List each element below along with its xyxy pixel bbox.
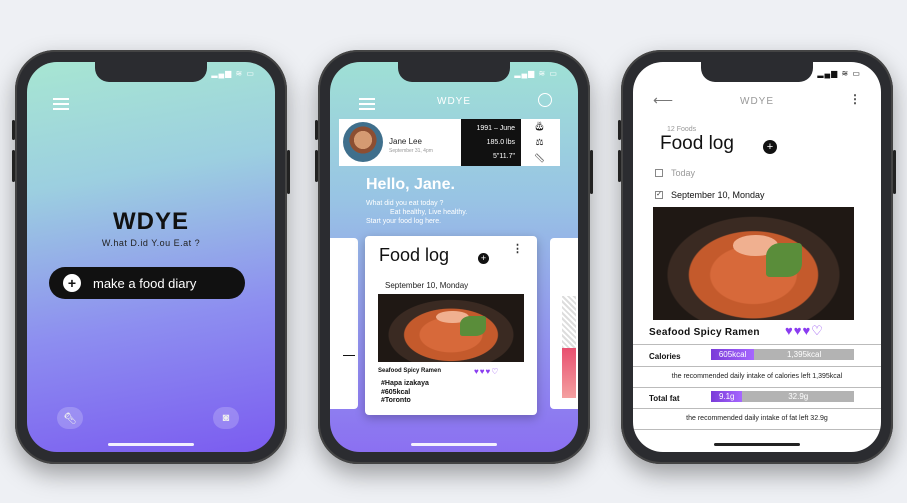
app-tagline: W.hat D.id Y.ou E.at ? [101,238,201,248]
status-icons: ▂▄▆ ≋ ▭ [514,69,558,78]
phone-home: ▂▄▆ ≋ ▭ WDYE Jane Lee September 31, 4pm … [315,50,593,464]
calories-label: Calories [649,352,681,361]
status-icons: ▂▄▆ ≋ ▭ [817,69,861,78]
fat-bar: 9.1g 32.9g [711,391,854,402]
checkbox-icon[interactable] [655,169,663,177]
tag[interactable]: #Toronto [381,397,429,406]
home-indicator [714,443,800,446]
menu-icon[interactable] [53,98,69,110]
notch [701,62,813,82]
today-row[interactable]: Today [655,168,695,178]
food-name: Seafood Spicy Ramen [649,327,760,338]
avatar [343,122,383,162]
scale-icon: ⚖︎ [535,136,544,147]
fat-label: Total fat [649,394,680,403]
notch [95,62,207,82]
divider [633,408,881,409]
fat-note: the recommended daily intake of fat left… [686,415,828,422]
plus-icon: + [63,274,81,292]
tag[interactable]: #605kcal [381,389,429,398]
tag[interactable]: #Hapa izakaya [381,380,429,389]
greeting-line: What did you eat today ? [366,200,444,207]
app-logo-title: WDYE [113,208,189,235]
camera-icon[interactable]: ◙ [213,407,239,429]
calories-bar: 605kcal 1,395kcal [711,349,854,360]
phone-welcome: ▂▄▆ ≋ ▭ WDYE W.hat D.id Y.ou E.at ? + ma… [12,50,290,464]
food-log-date: September 10, Monday [385,281,469,290]
today-label: Today [671,168,696,178]
profile-date: September 31, 4pm [389,148,433,154]
divider [633,429,881,430]
make-food-diary-label: make a food diary [93,275,197,291]
date-row[interactable]: ✓ September 10, Monday [655,190,765,200]
add-icon[interactable]: + [478,253,489,264]
phone-food-log: ▂▄▆ ≋ ▭ ⟵ WDYE ⋮ 12 Foods Food log + Tod… [618,50,896,464]
search-icon[interactable] [538,93,552,107]
food-count: 12 Foods [667,126,697,133]
food-log-screen: ▂▄▆ ≋ ▭ ⟵ WDYE ⋮ 12 Foods Food log + Tod… [633,62,881,452]
cake-icon: 🎂︎ [533,121,546,132]
divider [633,344,881,345]
food-log-card[interactable]: Food log + ⋮ September 10, Monday Seafoo… [365,236,537,415]
add-icon[interactable]: + [763,140,777,154]
profile-height: 5"11.7" [493,153,515,161]
food-log-title: Food log [660,133,734,154]
flashlight-icon[interactable]: 🔦︎ [57,407,83,429]
app-title: WDYE [740,96,774,107]
make-food-diary-button[interactable]: + make a food diary [49,267,245,299]
food-name: Seafood Spicy Ramen [378,368,442,374]
greeting: Hello, Jane. [366,176,455,193]
greeting-line: Eat healthy, Live healthy. [390,209,468,216]
date-label: September 10, Monday [671,190,765,200]
food-photo[interactable] [653,207,854,320]
next-card[interactable] [550,238,578,409]
profile-birth: 1991 – June [476,124,515,132]
prev-card[interactable] [330,238,358,409]
divider [633,387,881,388]
divider [633,366,881,367]
home-indicator [411,443,497,446]
calories-note: the recommended daily intake of calories… [671,373,843,380]
greeting-lines: What did you eat today ? Eat healthy, Li… [366,199,467,226]
profile-weight: 185.0 lbs [486,138,515,146]
profile-stats: 1991 – June 185.0 lbs 5"11.7" [461,119,521,166]
home-indicator [108,443,194,446]
ruler-icon: 📏︎ [533,152,546,163]
fat-left: 32.9g [788,392,809,401]
heart-rating[interactable]: ♥♥♥♡ [474,367,499,376]
checked-checkbox-icon[interactable]: ✓ [655,191,663,199]
status-icons: ▂▄▆ ≋ ▭ [211,69,255,78]
food-photo[interactable] [378,294,524,362]
fat-eaten: 9.1g [711,391,743,402]
notch [398,62,510,82]
welcome-screen: ▂▄▆ ≋ ▭ WDYE W.hat D.id Y.ou E.at ? + ma… [27,62,275,452]
more-icon[interactable]: ⋮ [849,92,861,106]
greeting-line: Start your food log here. [366,218,442,225]
food-log-title: Food log [379,245,450,265]
heart-rating[interactable]: ♥♥♥♡ [785,323,824,339]
food-tags: #Hapa izakaya #605kcal #Toronto [381,380,429,406]
calories-left: 1,395kcal [787,350,822,359]
calories-eaten: 605kcal [711,349,755,360]
more-icon[interactable]: ⋮ [512,242,523,255]
profile-card[interactable]: Jane Lee September 31, 4pm 1991 – June 1… [339,119,560,166]
home-screen: ▂▄▆ ≋ ▭ WDYE Jane Lee September 31, 4pm … [330,62,578,452]
profile-name: Jane Lee [389,137,422,146]
